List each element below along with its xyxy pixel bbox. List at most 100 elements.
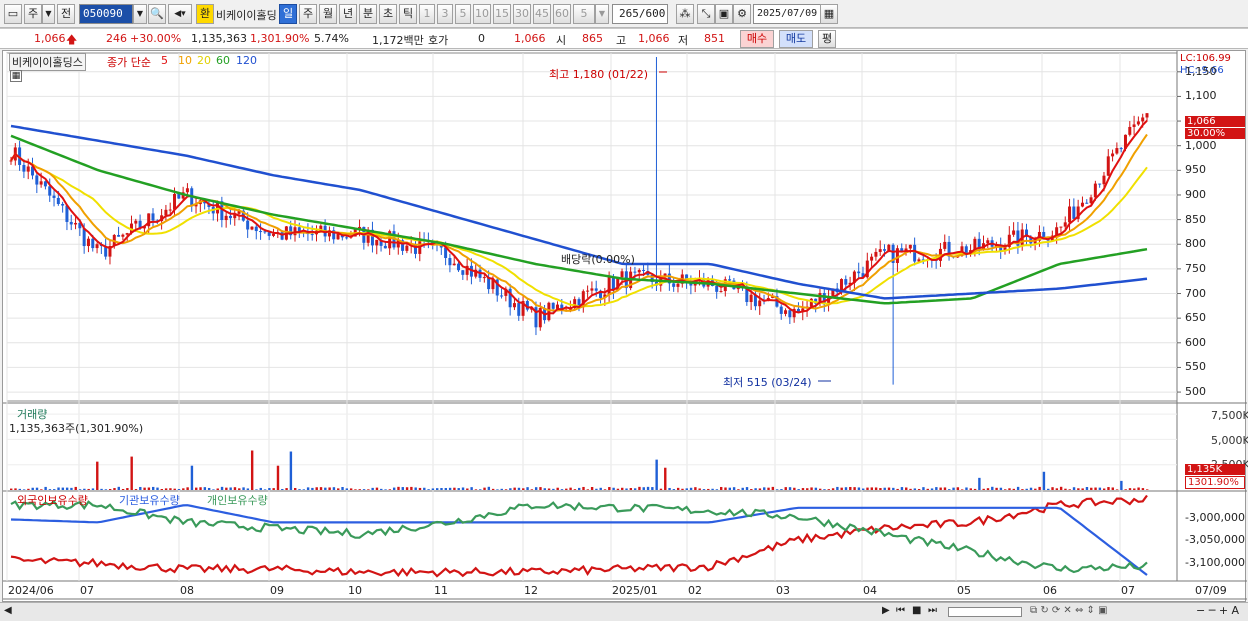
interval-1[interactable]: 1 (419, 4, 435, 24)
volume-bar (1025, 488, 1028, 490)
code-input[interactable]: 050090 (79, 4, 133, 24)
stock-label[interactable]: 비케이이홀딩스 (9, 53, 86, 71)
volume-current-tag: 1,135K (1185, 464, 1245, 475)
volume-bar (362, 489, 366, 490)
table-icon[interactable]: ▦ (10, 70, 22, 82)
volume-bar (83, 488, 86, 490)
volume-bar (229, 487, 232, 490)
volume-bar (263, 489, 267, 490)
volume-bar (892, 487, 895, 490)
zoom-icon[interactable]: ⤡ (697, 4, 715, 24)
chart-canvas[interactable] (3, 51, 1247, 603)
interval-dropdown-icon[interactable]: ▼ (595, 4, 609, 24)
tool-icons[interactable]: ⧉ ↻ ⟳ ✕ ⇔ ⇕ ▣ (1030, 605, 1108, 616)
interval-60[interactable]: 60 (553, 4, 571, 24)
ma10-label: 10 (178, 54, 192, 67)
candle-body (586, 290, 590, 292)
scroll-left-icon[interactable]: ◀ (4, 605, 12, 616)
ma20-line (10, 152, 1148, 308)
zoom-slider[interactable] (948, 607, 1022, 617)
high-value: 1,066 (638, 32, 670, 45)
volume-bar (595, 488, 598, 490)
tab-minute[interactable]: 분 (359, 4, 377, 24)
tab-year[interactable]: 년 (339, 4, 357, 24)
volume-bar (1107, 487, 1110, 490)
volume-bar (306, 487, 310, 490)
volume-bar (887, 487, 891, 490)
volume-bar (651, 487, 654, 490)
candle-body (1093, 183, 1097, 198)
interval-30[interactable]: 30 (513, 4, 531, 24)
volume-bar (672, 489, 676, 490)
volume-bar (1141, 488, 1145, 490)
buy-button[interactable]: 매수 (740, 30, 774, 48)
volume-bar (250, 450, 254, 490)
volume-bar (836, 486, 839, 490)
candle-body (715, 285, 719, 292)
interval-15[interactable]: 15 (493, 4, 511, 24)
grid-icon[interactable]: ⁂ (676, 4, 694, 24)
tab-month[interactable]: 월 (319, 4, 337, 24)
tab-week[interactable]: 주 (299, 4, 317, 24)
volume-bar (121, 488, 125, 490)
volume-bar (207, 487, 211, 490)
volume-bar (629, 488, 633, 490)
x-tick-label: 2025/01 (612, 584, 658, 597)
volume-bar (646, 486, 650, 490)
date-input[interactable]: 2025/07/09 (753, 4, 821, 24)
compare-button[interactable]: 전 (57, 4, 75, 24)
first-icon[interactable]: ⏮ (896, 605, 905, 616)
speaker-icon[interactable]: ◀▾ (168, 4, 192, 24)
candle-body (1145, 113, 1149, 118)
candle-body (405, 245, 409, 251)
interval-45[interactable]: 45 (533, 4, 551, 24)
volume-bar (27, 488, 30, 490)
eval-button[interactable]: 평 (818, 30, 836, 48)
volume-bar (513, 487, 516, 490)
candle-body (82, 228, 86, 247)
volume-bar (1021, 489, 1024, 490)
count-input[interactable]: 265/600 (612, 4, 668, 24)
volume-bar (569, 487, 572, 490)
volume-bar (1102, 488, 1106, 490)
save-icon[interactable]: ▣ (715, 4, 733, 24)
interval-10[interactable]: 10 (473, 4, 491, 24)
search-icon[interactable]: 🔍 (148, 4, 166, 24)
stop-icon[interactable]: ■ (912, 605, 921, 616)
volume-bar (414, 487, 417, 490)
volume-bar (74, 486, 77, 490)
tab-second[interactable]: 초 (379, 4, 397, 24)
interval-3[interactable]: 3 (437, 4, 453, 24)
volume-bar (797, 489, 800, 490)
calendar-icon[interactable]: ▦ (820, 4, 838, 24)
last-icon[interactable]: ⏭ (928, 605, 937, 616)
zoom-controls[interactable]: − ─ + A (1196, 604, 1239, 617)
volume-bar (384, 489, 387, 490)
volume-bar (922, 487, 925, 490)
period-button[interactable]: 주 (24, 4, 42, 24)
hwan-button[interactable]: 환 (196, 4, 214, 24)
volume-bar (40, 489, 43, 490)
interval-select[interactable]: 5 (573, 4, 595, 24)
sell-button[interactable]: 매도 (779, 30, 813, 48)
volume-bar (948, 489, 951, 490)
high-annotation: 최고 1,180 (01/22) (549, 68, 649, 81)
volume-bar (500, 488, 503, 490)
volume-bar (840, 487, 843, 490)
volume-bar (853, 487, 856, 490)
scroll-bar[interactable]: ◀ ▶ ⏮ ■ ⏭ ⧉ ↻ ⟳ ✕ ⇔ ⇕ ▣ − ─ + A (0, 602, 1248, 621)
volume-bar (65, 487, 69, 490)
chart-area[interactable]: 비케이이홀딩스 종가 단순 5 10 20 60 120 ▦ LC:106.99… (2, 50, 1248, 603)
interval-5[interactable]: 5 (455, 4, 471, 24)
volume-bar (1012, 488, 1016, 490)
price-tick-label: 800 (1185, 237, 1206, 251)
tab-day[interactable]: 일 (279, 4, 297, 24)
volume-bar (930, 488, 934, 490)
hoga-value: 0 (478, 32, 485, 45)
settings-icon[interactable]: ⚙ (733, 4, 751, 24)
dropdown-icon[interactable]: ▼ (42, 4, 55, 24)
window-icon[interactable]: ▭ (4, 4, 22, 24)
code-dropdown-icon[interactable]: ▼ (133, 4, 147, 24)
scroll-right-icon[interactable]: ▶ (882, 605, 890, 616)
tab-tick[interactable]: 틱 (399, 4, 417, 24)
